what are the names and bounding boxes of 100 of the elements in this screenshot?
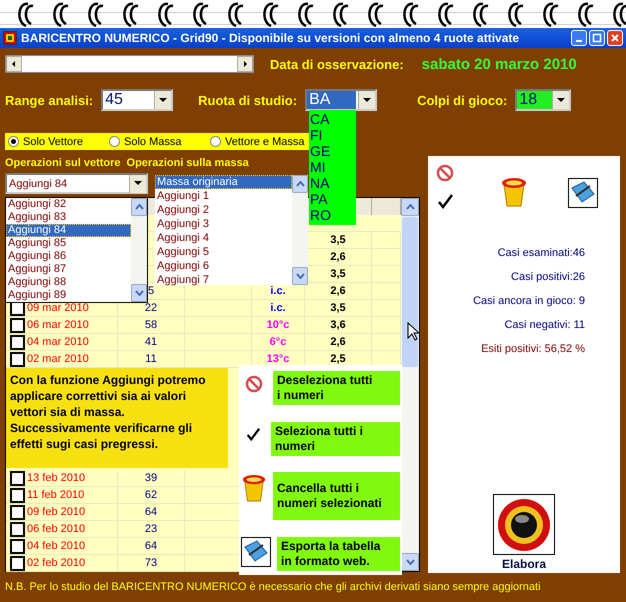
bucket-icon	[241, 472, 267, 504]
run-button[interactable]	[493, 494, 555, 555]
date-cell: 06 feb 2010	[27, 523, 86, 535]
date-cell: 04 mar 2010	[27, 336, 89, 348]
list-option[interactable]: Aggiungi 84	[6, 224, 131, 237]
dropdown-field[interactable]: Aggiungi 84	[5, 173, 148, 194]
list-option[interactable]: Aggiungi 87	[6, 263, 131, 276]
radio-button[interactable]	[210, 136, 221, 147]
value-cell: 2,6	[330, 285, 346, 297]
list-scrollbar[interactable]	[131, 198, 147, 302]
list-option[interactable]: Aggiungi 86	[6, 250, 131, 263]
observation-date: sabato 20 marzo 2010	[422, 56, 577, 72]
vertical-scrollbar[interactable]	[401, 198, 419, 571]
number-cell: 41	[144, 336, 158, 348]
date-cell: 09 feb 2010	[27, 506, 86, 518]
radio-label: Solo Vettore	[23, 136, 83, 148]
row-checkbox[interactable]	[10, 556, 25, 570]
radio-button[interactable]	[8, 136, 19, 147]
number-cell: 62	[144, 489, 158, 501]
row-checkbox[interactable]	[10, 470, 25, 486]
radio-label: Vettore e Massa	[225, 136, 304, 148]
tag-cell: i.c.	[270, 302, 286, 314]
list-option[interactable]: PA	[310, 191, 356, 207]
list-option[interactable]: Aggiungi 88	[6, 276, 131, 289]
row-checkbox[interactable]	[10, 334, 25, 350]
number-cell: 58	[144, 319, 158, 331]
tag-cell: 6°c	[270, 336, 286, 348]
row-checkbox[interactable]	[10, 504, 25, 520]
list-option[interactable]: CA	[310, 111, 356, 127]
list-option[interactable]: Massa originaria	[155, 175, 292, 189]
number-cell: 64	[144, 540, 158, 552]
number-cell: 22	[144, 302, 158, 314]
dropdown-field[interactable]: 18	[515, 89, 572, 111]
number-cell: 5	[148, 285, 154, 297]
field-label: Colpi di gioco:	[417, 92, 508, 108]
tag-cell: 13°c	[266, 353, 290, 365]
list-option[interactable]: GE	[310, 143, 356, 159]
list-option[interactable]: Aggiungi 6	[155, 259, 292, 273]
book-icon[interactable]	[568, 178, 598, 208]
number-cell: 73	[144, 557, 158, 569]
value-cell: 2,6	[330, 336, 346, 348]
list-option[interactable]: Aggiungi 1	[155, 189, 292, 203]
minimize-button[interactable]	[571, 30, 587, 46]
list-option[interactable]: Aggiungi 89	[6, 289, 131, 302]
radio-button[interactable]	[109, 136, 120, 147]
minimize-icon	[576, 40, 582, 42]
close-icon	[610, 33, 620, 43]
field-label: Ruota di studio:	[198, 92, 298, 108]
statistic-text: Esiti positivi: 56,52 %	[481, 342, 585, 356]
list-option[interactable]: Aggiungi 82	[6, 198, 131, 211]
close-button[interactable]	[607, 30, 623, 46]
statistic-text: Casi negativi: 11	[504, 318, 585, 332]
bucket-icon[interactable]	[500, 176, 528, 208]
list-option[interactable]: NA	[310, 175, 356, 191]
list-option[interactable]: Aggiungi 7	[155, 273, 292, 287]
number-cell: 23	[144, 523, 158, 535]
value-cell: 2,6	[330, 251, 346, 263]
list-option[interactable]: FI	[310, 127, 356, 143]
statistic-text: Casi ancora in gioco: 9	[473, 294, 585, 308]
caret-icon	[557, 98, 566, 102]
date-cell: 13 feb 2010	[27, 472, 86, 484]
list-option[interactable]: Aggiungi 4	[155, 231, 292, 245]
row-checkbox[interactable]	[10, 318, 25, 332]
no-entry-icon[interactable]	[436, 164, 454, 182]
action-button[interactable]: Deseleziona tutti i numeri	[273, 371, 400, 405]
list-option[interactable]: RO	[310, 207, 356, 223]
horizontal-scrollbar[interactable]	[5, 55, 254, 73]
row-checkbox[interactable]	[10, 488, 25, 502]
date-cell: 02 mar 2010	[27, 353, 89, 365]
row-checkbox[interactable]	[10, 538, 25, 554]
maximize-button[interactable]	[589, 30, 605, 46]
left-arrow-icon	[10, 60, 18, 68]
caret-icon	[159, 98, 168, 102]
list-scrollbar[interactable]	[292, 175, 308, 285]
row-checkbox[interactable]	[10, 522, 25, 536]
date-cell: 04 feb 2010	[27, 540, 86, 552]
list-option[interactable]: Aggiungi 83	[6, 211, 131, 224]
right-arrow-icon	[241, 60, 249, 68]
list-option[interactable]: Aggiungi 5	[155, 245, 292, 259]
list-option[interactable]: Aggiungi 2	[155, 203, 292, 217]
value-cell: 3,6	[330, 319, 346, 331]
number-cell: 11	[145, 353, 157, 365]
observation-date-label: Data di osservazione:	[270, 56, 404, 72]
section-heading: Operazioni sul vettore	[5, 157, 121, 169]
check-icon[interactable]	[436, 192, 454, 210]
list-option[interactable]: Aggiungi 85	[6, 237, 131, 250]
action-button[interactable]: Esporta la tabella in formato web.	[277, 536, 400, 571]
date-cell: 06 mar 2010	[27, 319, 89, 331]
dropdown-field[interactable]: BA	[305, 89, 378, 111]
no-entry-icon	[245, 375, 263, 393]
field-label: Range analisi:	[5, 92, 94, 108]
list-option[interactable]: MI	[310, 159, 356, 175]
list-option[interactable]: Aggiungi 3	[155, 217, 292, 231]
statistic-text: Casi positivi:26	[511, 270, 585, 284]
tag-cell: i.c.	[270, 285, 286, 297]
action-button[interactable]: Cancella tutti i numeri selezionati	[273, 472, 400, 520]
action-button[interactable]: Seleziona tutti i numeri	[271, 422, 400, 456]
dropdown-field[interactable]: 45	[101, 89, 174, 111]
check-icon	[245, 426, 261, 442]
row-checkbox[interactable]	[10, 352, 25, 366]
